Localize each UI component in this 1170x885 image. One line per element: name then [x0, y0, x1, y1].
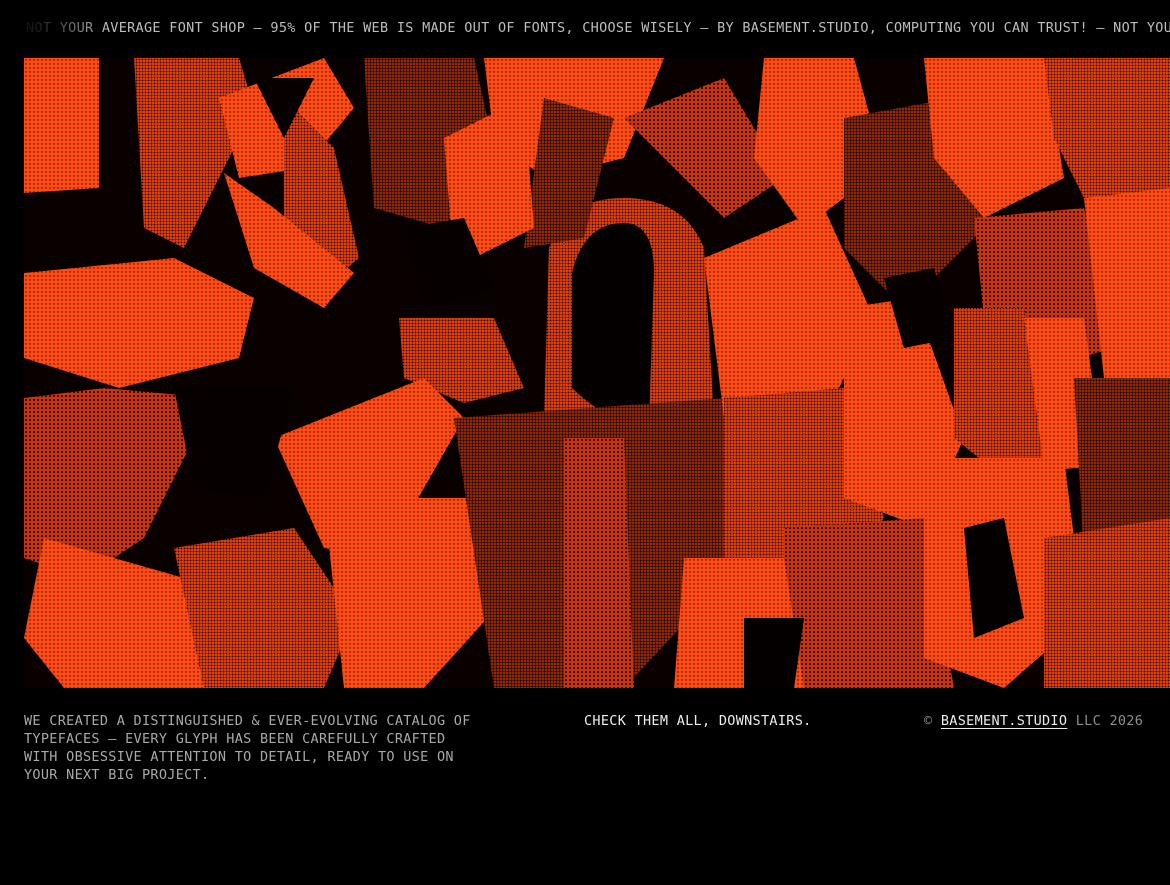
studio-link[interactable]: BASEMENT.STUDIO: [941, 713, 1067, 729]
copyright-suffix: LLC 2026: [1075, 713, 1144, 729]
copyright-symbol: ©: [924, 713, 933, 729]
hero-glyph-collage: [24, 58, 1170, 688]
hero-artwork: [24, 58, 1170, 688]
copyright: © BASEMENT.STUDIO LLC 2026: [924, 712, 1143, 730]
downstairs-link[interactable]: CHECK THEM ALL, DOWNSTAIRS.: [584, 712, 812, 730]
marquee-fade: [0, 20, 110, 40]
about-text: WE CREATED A DISTINGUISHED & EVER-EVOLVI…: [24, 713, 471, 783]
top-marquee: NOT YOUR AVERAGE FONT SHOP — 95% OF THE …: [0, 20, 1170, 40]
glyph-shadow: [744, 618, 804, 688]
glyph-shape: [572, 223, 654, 424]
marquee-text: NOT YOUR AVERAGE FONT SHOP — 95% OF THE …: [26, 20, 1170, 36]
glyph-shape: [24, 58, 99, 193]
glyph-shape: [564, 438, 634, 688]
glyph-shape: [1044, 518, 1170, 688]
